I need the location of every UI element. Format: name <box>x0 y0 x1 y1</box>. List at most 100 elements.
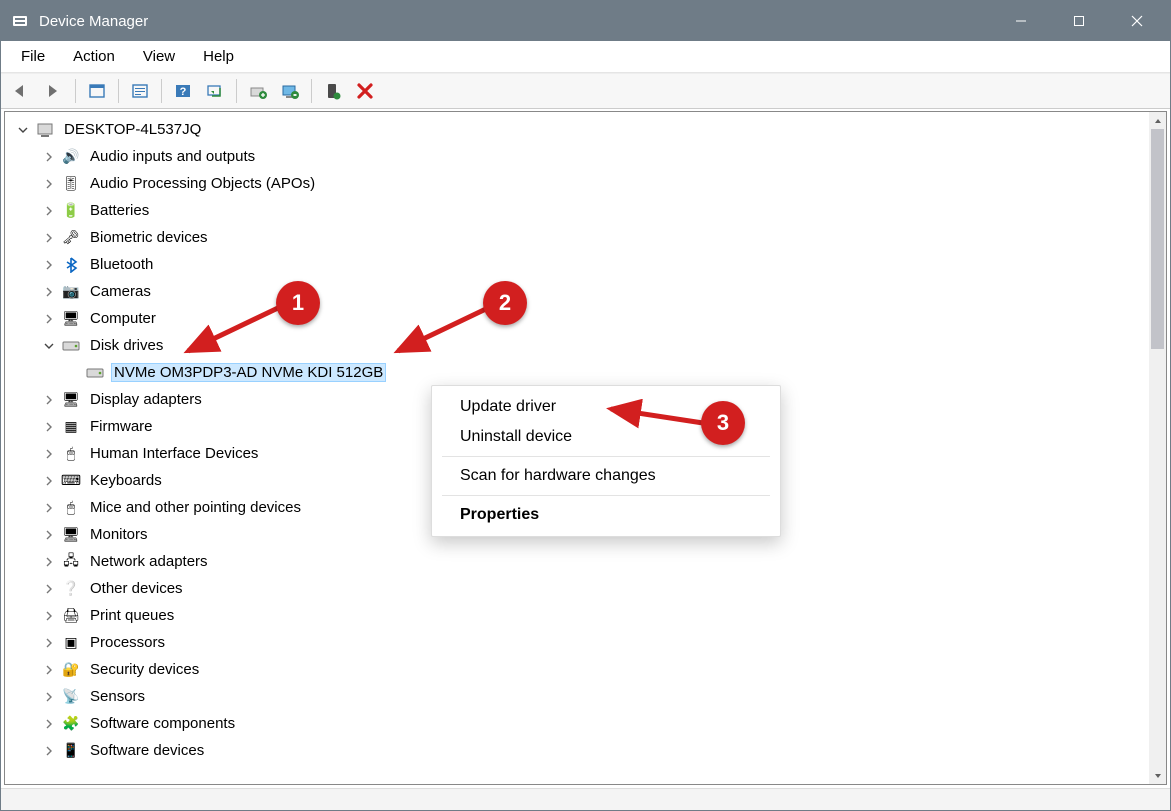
tree-node-apo[interactable]: 🎚 Audio Processing Objects (APOs) <box>5 170 1149 197</box>
scan-hardware-button[interactable] <box>200 77 230 105</box>
tree-node-sw-components[interactable]: 🧩 Software components <box>5 710 1149 737</box>
tree-node-other[interactable]: ❔ Other devices <box>5 575 1149 602</box>
annotation-badge-2: 2 <box>483 281 527 325</box>
chevron-right-icon[interactable] <box>41 419 57 435</box>
chevron-right-icon[interactable] <box>41 743 57 759</box>
chevron-down-icon[interactable] <box>41 338 57 354</box>
window-title: Device Manager <box>39 13 148 30</box>
chevron-right-icon[interactable] <box>41 176 57 192</box>
vertical-scrollbar[interactable] <box>1149 112 1166 784</box>
enable-device-button[interactable] <box>318 77 348 105</box>
chevron-right-icon[interactable] <box>41 392 57 408</box>
tree-node-network[interactable]: 🖧 Network adapters <box>5 548 1149 575</box>
tree-node-nvme-drive[interactable]: NVMe OM3PDP3-AD NVMe KDI 512GB <box>5 359 1149 386</box>
chevron-right-icon[interactable] <box>41 311 57 327</box>
monitor-icon: 🖥 <box>61 310 81 328</box>
context-menu-sep <box>442 456 770 457</box>
chevron-right-icon[interactable] <box>41 149 57 165</box>
minimize-button[interactable] <box>992 1 1050 41</box>
menu-help[interactable]: Help <box>189 44 248 69</box>
chevron-right-icon[interactable] <box>41 662 57 678</box>
context-menu-sep <box>442 495 770 496</box>
tree-node-bluetooth[interactable]: Bluetooth <box>5 251 1149 278</box>
chevron-right-icon[interactable] <box>41 581 57 597</box>
annotation-badge-3: 3 <box>701 401 745 445</box>
uninstall-device-button[interactable] <box>275 77 305 105</box>
tree-node-processors[interactable]: ▣ Processors <box>5 629 1149 656</box>
speaker-icon: 🔊 <box>61 148 81 166</box>
menu-view[interactable]: View <box>129 44 189 69</box>
selected-device-label: NVMe OM3PDP3-AD NVMe KDI 512GB <box>111 363 386 382</box>
update-driver-button[interactable] <box>243 77 273 105</box>
scroll-thumb[interactable] <box>1151 129 1164 349</box>
back-button[interactable] <box>7 77 37 105</box>
toolbar: ? <box>1 73 1170 109</box>
unknown-icon: ❔ <box>61 580 81 598</box>
chevron-right-icon[interactable] <box>41 446 57 462</box>
toolbar-sep <box>118 79 119 103</box>
computer-icon <box>35 121 55 139</box>
device-icon: 📱 <box>61 742 81 760</box>
menubar: File Action View Help <box>1 41 1170 73</box>
annotation-badge-1: 1 <box>276 281 320 325</box>
statusbar <box>1 788 1170 810</box>
component-icon: 🧩 <box>61 715 81 733</box>
chevron-right-icon[interactable] <box>41 527 57 543</box>
properties-button[interactable] <box>125 77 155 105</box>
disable-device-button[interactable] <box>350 77 380 105</box>
annotation-arrow-3 <box>601 399 711 439</box>
scroll-up-button[interactable] <box>1149 112 1166 129</box>
menu-action[interactable]: Action <box>59 44 129 69</box>
cpu-icon: ▣ <box>61 634 81 652</box>
fingerprint-icon: 🗝 <box>61 229 81 247</box>
toolbar-sep <box>75 79 76 103</box>
chevron-down-icon[interactable] <box>15 122 31 138</box>
app-icon <box>11 12 29 30</box>
context-properties[interactable]: Properties <box>432 500 780 530</box>
chevron-right-icon[interactable] <box>41 500 57 516</box>
chevron-right-icon[interactable] <box>41 473 57 489</box>
chevron-right-icon[interactable] <box>41 284 57 300</box>
tree-root[interactable]: DESKTOP-4L537JQ <box>5 116 1149 143</box>
show-hidden-button[interactable] <box>82 77 112 105</box>
toolbar-sep <box>311 79 312 103</box>
chevron-right-icon[interactable] <box>41 257 57 273</box>
scroll-track[interactable] <box>1149 129 1166 767</box>
chip-icon: ▦ <box>61 418 81 436</box>
camera-icon: 📷 <box>61 283 81 301</box>
toolbar-sep <box>161 79 162 103</box>
disk-icon <box>61 337 81 355</box>
gpu-icon: 🖥 <box>61 391 81 409</box>
chevron-right-icon[interactable] <box>41 608 57 624</box>
maximize-button[interactable] <box>1050 1 1108 41</box>
menu-file[interactable]: File <box>7 44 59 69</box>
scroll-down-button[interactable] <box>1149 767 1166 784</box>
tree-node-biometric[interactable]: 🗝 Biometric devices <box>5 224 1149 251</box>
keyboard-icon: ⌨ <box>61 472 81 490</box>
tree-node-batteries[interactable]: 🔋 Batteries <box>5 197 1149 224</box>
tree-node-print[interactable]: 🖨 Print queues <box>5 602 1149 629</box>
toolbar-sep <box>236 79 237 103</box>
close-button[interactable] <box>1108 1 1166 41</box>
sensor-icon: 📡 <box>61 688 81 706</box>
chevron-right-icon[interactable] <box>41 230 57 246</box>
chevron-right-icon[interactable] <box>41 635 57 651</box>
forward-button[interactable] <box>39 77 69 105</box>
hid-icon: 🖱 <box>61 445 81 463</box>
tree-node-security[interactable]: 🔐 Security devices <box>5 656 1149 683</box>
tree-node-audio-io[interactable]: 🔊 Audio inputs and outputs <box>5 143 1149 170</box>
tree-node-sensors[interactable]: 📡 Sensors <box>5 683 1149 710</box>
printer-icon: 🖨 <box>61 607 81 625</box>
chevron-right-icon[interactable] <box>41 689 57 705</box>
chevron-right-icon[interactable] <box>41 203 57 219</box>
battery-icon: 🔋 <box>61 202 81 220</box>
mouse-icon: 🖱 <box>61 499 81 517</box>
help-button[interactable]: ? <box>168 77 198 105</box>
tree-node-sw-devices[interactable]: 📱 Software devices <box>5 737 1149 764</box>
chevron-right-icon[interactable] <box>41 716 57 732</box>
svg-text:?: ? <box>180 86 187 98</box>
network-icon: 🖧 <box>61 553 81 571</box>
chevron-right-icon[interactable] <box>41 554 57 570</box>
tree-root-label: DESKTOP-4L537JQ <box>61 120 204 139</box>
context-scan-hardware[interactable]: Scan for hardware changes <box>432 461 780 491</box>
